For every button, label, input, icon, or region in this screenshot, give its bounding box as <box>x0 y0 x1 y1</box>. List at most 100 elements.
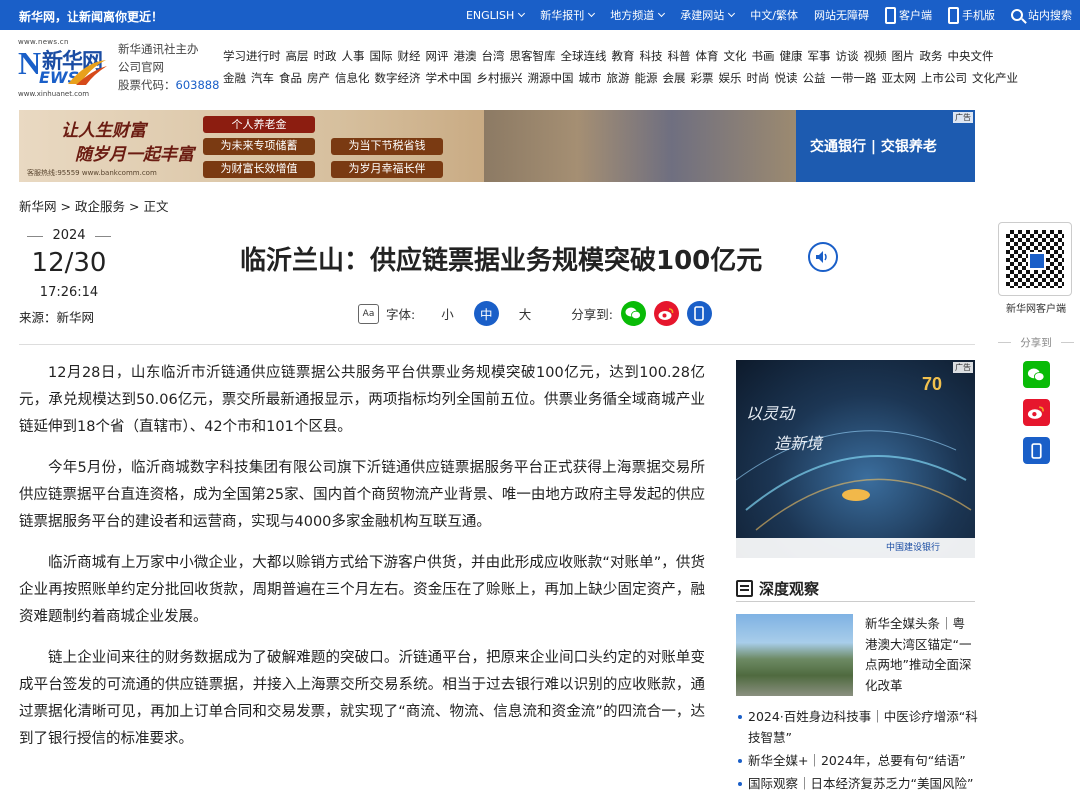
main-nav-item[interactable]: 彩票 <box>691 69 714 91</box>
side-ad[interactable]: 70 以灵动 造新境 中国建设银行 广告 <box>736 360 975 558</box>
top-nav-newspapers[interactable]: 新华报刊 <box>540 7 596 23</box>
side-ad-artwork: 70 <box>736 374 972 531</box>
share-label: 分享到: <box>571 307 613 322</box>
font-size-large[interactable]: 大 <box>519 304 532 323</box>
breadcrumb-home[interactable]: 新华网 <box>19 199 57 214</box>
share-mobile-button[interactable] <box>686 301 712 326</box>
font-size-medium[interactable]: 中 <box>473 301 499 326</box>
weibo-icon <box>658 307 674 320</box>
main-nav-item[interactable]: 思客智库 <box>510 47 556 69</box>
main-nav-item[interactable]: 悦读 <box>775 69 798 91</box>
main-nav-item[interactable]: 港澳 <box>454 47 477 69</box>
top-nav-english[interactable]: ENGLISH <box>466 9 526 22</box>
main-nav-item[interactable]: 上市公司 <box>921 69 967 91</box>
search-icon <box>1011 9 1023 21</box>
main-nav-row-1: 学习进行时 高层 时政 人事 国际 财经 网评 港澳 台湾 思客智库 全球连线 教育 科技 科普 体育 文化书… <box>223 47 994 69</box>
float-share-mobile-button[interactable] <box>1022 437 1050 464</box>
top-nav-traditional[interactable]: 中文/繁体 <box>750 7 798 23</box>
breadcrumb-section[interactable]: 政企服务 <box>75 199 125 214</box>
main-nav-item[interactable]: 汽车 <box>251 69 274 91</box>
main-nav-item[interactable]: 政务 <box>920 47 943 69</box>
banner-ad[interactable]: 让人生财富 随岁月一起丰富 客服热线:95559 www.bankcomm.co… <box>19 110 975 182</box>
floating-panel: 新华网客户端 分享到 <box>998 222 1074 464</box>
wechat-icon <box>625 307 642 320</box>
top-nav-search[interactable]: 站内搜索 <box>1011 7 1072 23</box>
main-nav-item[interactable]: 访谈 <box>836 47 859 69</box>
main-nav-item[interactable]: 信息化 <box>335 69 370 91</box>
svg-text:70: 70 <box>922 374 942 394</box>
top-nav-accessibility[interactable]: 网站无障碍 <box>814 7 869 23</box>
main-nav-item[interactable]: 学术中国 <box>426 69 472 91</box>
main-nav-item[interactable]: 体育 <box>696 47 719 69</box>
main-nav-item[interactable]: 文化 <box>724 47 747 69</box>
publish-month-day: 12/30 <box>31 248 107 278</box>
featured-caption[interactable]: 新华全媒头条｜粤港澳大湾区锚定“一点两地”推动全面深化改革 <box>865 614 977 696</box>
main-nav-item[interactable]: 科技 <box>640 47 663 69</box>
main-nav-item[interactable]: 高层 <box>286 47 309 69</box>
main-nav-item[interactable]: 溯源中国 <box>528 69 574 91</box>
main-nav-item[interactable]: 人事 <box>342 47 365 69</box>
main-nav-item[interactable]: 数字经济 <box>375 69 421 91</box>
main-nav-item[interactable]: 军事 <box>808 47 831 69</box>
main-nav-item[interactable]: 亚太网 <box>882 69 917 91</box>
main-nav-item[interactable]: 财经 <box>398 47 421 69</box>
main-nav-item[interactable]: 会展 <box>663 69 686 91</box>
main-nav-item[interactable]: 图片 <box>892 47 915 69</box>
main-nav-item[interactable]: 书画 <box>752 47 775 69</box>
weibo-icon <box>1027 406 1044 419</box>
speaker-button[interactable] <box>808 242 838 272</box>
main-nav-item[interactable]: 公益 <box>803 69 826 91</box>
main-nav-item[interactable]: 文化产业 <box>972 69 1018 91</box>
main-nav-item[interactable]: 娱乐 <box>719 69 742 91</box>
article-paragraph: 今年5月份，临沂商城数字科技集团有限公司旗下沂链通供应链票据服务平台正式获得上海… <box>19 460 705 530</box>
article-source: 来源：新华网 <box>19 310 95 325</box>
list-item[interactable]: 国际观察｜日本经济复苏乏力“美国风险” <box>736 773 978 794</box>
stock-code[interactable]: 603888 <box>176 78 220 92</box>
main-nav-item[interactable]: 时尚 <box>747 69 770 91</box>
list-item[interactable]: 2024·百姓身边科技事｜中医诊疗增添“科技智慧” <box>736 706 978 748</box>
main-nav-item[interactable]: 教育 <box>612 47 635 69</box>
main-nav-item[interactable]: 房产 <box>307 69 330 91</box>
top-nav-mobile[interactable]: 手机版 <box>948 6 995 24</box>
share-weibo-button[interactable] <box>653 301 679 326</box>
main-nav-item[interactable]: 科普 <box>668 47 691 69</box>
qr-code[interactable] <box>998 222 1072 296</box>
main-nav-item[interactable]: 中央文件 <box>948 47 994 69</box>
breadcrumb-current: 正文 <box>143 199 169 214</box>
main-nav-item[interactable]: 能源 <box>635 69 658 91</box>
main-nav-row-2: 金融 汽车 食品 房产 信息化 数字经济 学术中国 乡村振兴 溯源中国 城市 旅游 能源 会展 彩票 娱乐时… <box>223 69 1018 91</box>
article-paragraph: 临沂商城有上万家中小微企业，大都以赊销方式给下游客户供货，并由此形成应收账款“对… <box>19 555 705 625</box>
main-nav-item[interactable]: 学习进行时 <box>223 47 281 69</box>
chevron-down-icon <box>658 9 666 18</box>
main-nav-item[interactable]: 视频 <box>864 47 887 69</box>
divider <box>736 601 975 602</box>
breadcrumb: 新华网 > 政企服务 > 正文 <box>19 199 169 214</box>
banner-photo <box>484 110 796 182</box>
main-nav-item[interactable]: 网评 <box>426 47 449 69</box>
main-nav-item[interactable]: 旅游 <box>607 69 630 91</box>
main-nav-item[interactable]: 时政 <box>314 47 337 69</box>
main-nav: 学习进行时 高层 时政 人事 国际 财经 网评 港澳 台湾 思客智库 全球连线 教育 科技 科普 体育 文化书… <box>223 47 1018 91</box>
share-wechat-button[interactable] <box>620 301 646 326</box>
top-nav-local[interactable]: 地方频道 <box>610 7 666 23</box>
news-icon <box>736 580 753 597</box>
font-size-small[interactable]: 小 <box>441 304 454 323</box>
divider <box>19 344 975 345</box>
main-nav-item[interactable]: 一带一路 <box>831 69 877 91</box>
float-share-wechat-button[interactable] <box>1022 361 1050 388</box>
featured-thumbnail[interactable] <box>736 614 853 696</box>
list-item[interactable]: 新华全媒+｜2024年，总要有句“结语” <box>736 750 978 771</box>
float-share-weibo-button[interactable] <box>1022 399 1050 426</box>
site-logo[interactable]: www.news.cn N 新华网 EWS www.xinhuanet.com <box>18 38 112 98</box>
main-nav-item[interactable]: 乡村振兴 <box>477 69 523 91</box>
main-nav-item[interactable]: 全球连线 <box>561 47 607 69</box>
main-nav-item[interactable]: 健康 <box>780 47 803 69</box>
main-nav-item[interactable]: 城市 <box>579 69 602 91</box>
top-nav-app[interactable]: 客户端 <box>885 6 932 24</box>
ad-label: 广告 <box>953 362 973 373</box>
main-nav-item[interactable]: 金融 <box>223 69 246 91</box>
main-nav-item[interactable]: 食品 <box>279 69 302 91</box>
main-nav-item[interactable]: 国际 <box>370 47 393 69</box>
main-nav-item[interactable]: 台湾 <box>482 47 505 69</box>
top-nav-sites[interactable]: 承建网站 <box>680 7 736 23</box>
